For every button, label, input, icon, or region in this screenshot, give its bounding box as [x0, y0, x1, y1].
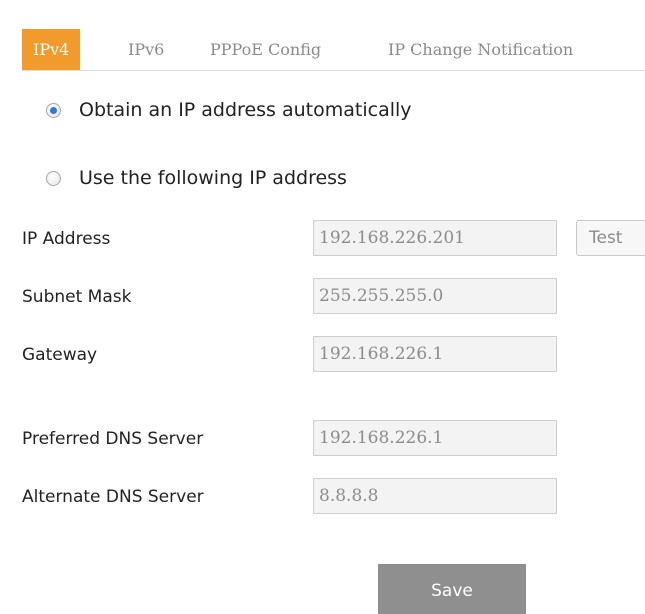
obtain-ip-automatically-option[interactable]: Obtain an IP address automatically [46, 95, 412, 125]
alternate-dns-field[interactable]: 8.8.8.8 [313, 478, 557, 514]
tab-ipv4[interactable]: IPv4 [22, 29, 81, 70]
tab-bar: IPv4 IPv6 PPPoE Config IP Change Notific… [0, 0, 645, 72]
network-settings-panel: IPv4 IPv6 PPPoE Config IP Change Notific… [0, 0, 645, 614]
preferred-dns-label: Preferred DNS Server [22, 429, 204, 449]
obtain-ip-automatically-label: Obtain an IP address automatically [79, 99, 412, 121]
gateway-label: Gateway [22, 345, 98, 365]
ip-address-field[interactable]: 192.168.226.201 [313, 220, 557, 256]
tab-pppoe-config[interactable]: PPPoE Config [210, 29, 321, 70]
subnet-mask-field[interactable]: 255.255.255.0 [313, 278, 557, 314]
use-following-ip-option[interactable]: Use the following IP address [46, 163, 347, 193]
preferred-dns-field[interactable]: 192.168.226.1 [313, 420, 557, 456]
tab-ip-change-notification[interactable]: IP Change Notification [388, 29, 573, 70]
alternate-dns-label: Alternate DNS Server [22, 487, 204, 507]
radio-unselected-icon[interactable] [46, 170, 61, 186]
tab-ipv6[interactable]: IPv6 [128, 29, 164, 70]
ip-address-label: IP Address [22, 229, 111, 249]
test-button[interactable]: Test [576, 220, 645, 256]
radio-selected-icon[interactable] [46, 102, 61, 118]
gateway-field[interactable]: 192.168.226.1 [313, 336, 557, 372]
save-button[interactable]: Save [378, 564, 526, 614]
subnet-mask-label: Subnet Mask [22, 287, 132, 307]
use-following-ip-label: Use the following IP address [79, 167, 347, 189]
tab-strip: IPv4 IPv6 PPPoE Config IP Change Notific… [22, 0, 645, 71]
